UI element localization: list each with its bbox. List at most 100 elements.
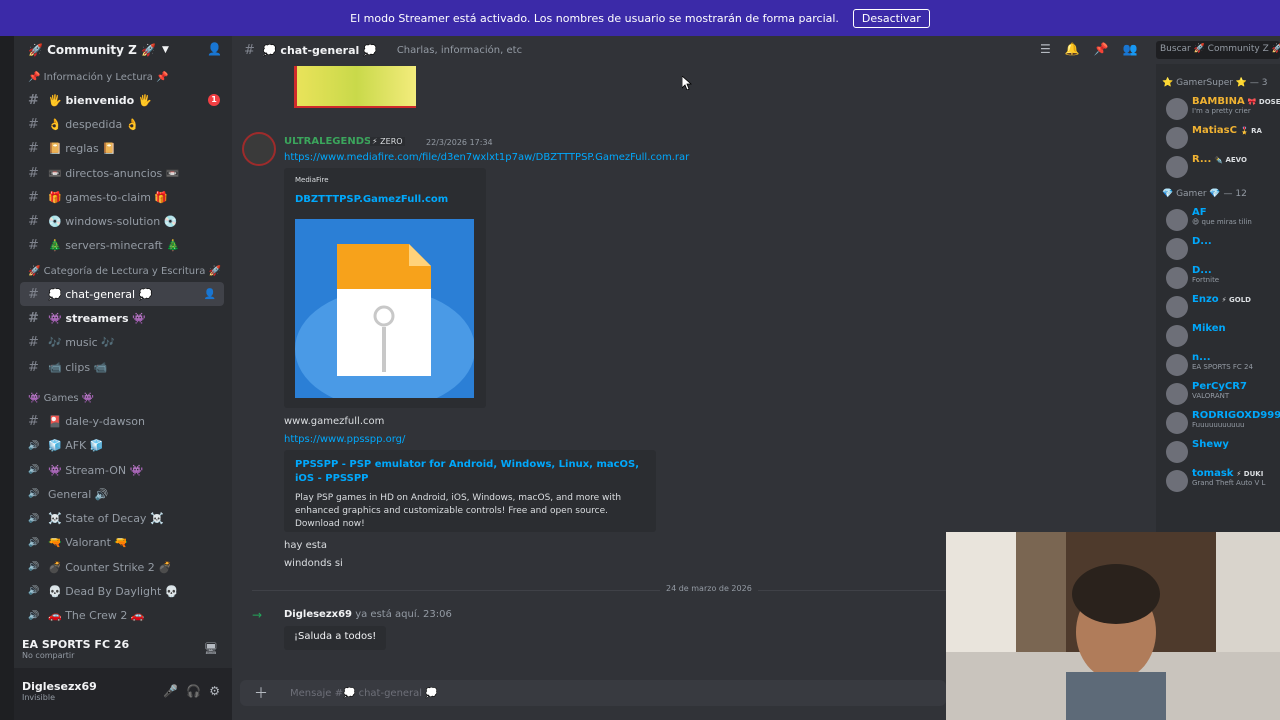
image-attachment[interactable] xyxy=(294,66,416,108)
member-group-header: ⭐ GamerSuper ⭐ — 3 xyxy=(1162,78,1268,88)
headphones-icon[interactable]: 🎧 xyxy=(186,684,201,698)
server-header[interactable]: 🚀 Community Z 🚀 ▼ 👤 xyxy=(14,36,232,64)
threads-icon[interactable]: ☰ xyxy=(1040,42,1051,56)
channel-label: 🎄 servers-minecraft 🎄 xyxy=(48,239,180,253)
embed-title[interactable]: PPSSPP - PSP emulator for Android, Windo… xyxy=(295,458,645,486)
speaker-icon: 🔊 xyxy=(28,610,40,621)
embed-title[interactable]: DBZTTTPSP.GamezFull.com xyxy=(295,194,475,205)
zip-file-icon[interactable] xyxy=(295,219,475,409)
channel-item[interactable]: 🔊 🔫 Valorant 🔫 xyxy=(14,531,232,555)
member-name-text: PerCyCR7 xyxy=(1192,381,1247,392)
channel-label: 💿 windows-solution 💿 xyxy=(48,215,178,229)
join-username[interactable]: Diglesezx69 xyxy=(284,609,352,620)
member-name: D... xyxy=(1192,265,1280,276)
channel-item[interactable]: # 💭 chat-general 💭 👤 xyxy=(20,282,224,307)
member-item[interactable]: Miken xyxy=(1162,323,1280,352)
activity-sub: No compartir xyxy=(22,651,75,660)
invite-user-icon[interactable]: 👤 xyxy=(207,42,222,56)
pin-icon[interactable]: 📌 xyxy=(1094,42,1109,56)
composer-placeholder: Mensaje #💭 chat-general 💭 xyxy=(290,687,438,699)
member-name: n... xyxy=(1192,352,1280,363)
mediafire-link[interactable]: https://www.mediafire.com/file/d3en7wxlx… xyxy=(284,152,689,163)
channel-item[interactable]: # 🖐️ bienvenido 🖐️ 1 xyxy=(14,88,232,112)
channel-item[interactable]: 🔊 👾 Stream-ON 👾 xyxy=(14,458,232,482)
member-item[interactable]: n... EA SPORTS FC 24 xyxy=(1162,352,1280,381)
channel-item[interactable]: # 📔 reglas 📔 xyxy=(14,137,232,161)
channel-item[interactable]: # 🎁 games-to-claim 🎁 xyxy=(14,185,232,209)
channel-item[interactable]: # 👾 streamers 👾 xyxy=(14,306,232,330)
embed-provider: MediaFire xyxy=(295,176,329,184)
category-escritura[interactable]: 🚀 Categoría de Lectura y Escritura 🚀 xyxy=(14,260,232,282)
avatar[interactable] xyxy=(242,132,276,166)
channel-item[interactable]: 🔊 🧊 AFK 🧊 xyxy=(14,434,232,458)
microphone-icon[interactable]: 🎤 xyxy=(163,684,178,698)
avatar xyxy=(1166,238,1188,260)
channel-label: 💣 Counter Strike 2 💣 xyxy=(48,560,172,574)
member-name-text: tomask xyxy=(1192,468,1234,479)
members-icon[interactable]: 👥 xyxy=(1123,42,1138,56)
channel-item[interactable]: # 📹 clips 📹 xyxy=(14,355,232,379)
wave-label: ¡Saluda a todos! xyxy=(294,631,377,642)
member-item[interactable]: tomask ⚡ DUKI Grand Theft Auto V L xyxy=(1162,468,1280,497)
member-item[interactable]: D... xyxy=(1162,236,1280,265)
member-item[interactable]: MatiasC 🎖️ RA xyxy=(1162,125,1280,154)
channel-item[interactable]: # 📼 directos-anuncios 📼 xyxy=(14,161,232,185)
member-tag: 🎖️ RA xyxy=(1239,127,1262,135)
member-item[interactable]: D... Fortnite xyxy=(1162,265,1280,294)
member-item[interactable]: Shewy xyxy=(1162,439,1280,468)
category-games[interactable]: 👾 Games 👾 xyxy=(14,387,232,409)
member-tag: ✒️ AEVO xyxy=(1214,156,1247,164)
activity-panel: EA SPORTS FC 26 No compartir 🖥 xyxy=(14,634,232,668)
avatar xyxy=(1166,127,1188,149)
channel-item[interactable]: # 🎄 servers-minecraft 🎄 xyxy=(14,234,232,258)
avatar xyxy=(1166,296,1188,318)
member-name: MatiasC 🎖️ RA xyxy=(1192,125,1280,136)
divider-date: 24 de marzo de 2026 xyxy=(660,584,758,593)
gear-icon[interactable]: ⚙ xyxy=(209,684,220,698)
channel-label: 🔫 Valorant 🔫 xyxy=(48,536,129,550)
channel-label: 👾 Stream-ON 👾 xyxy=(48,463,144,477)
member-item[interactable]: AF 😄 que miras tilin xyxy=(1162,207,1280,236)
channel-item[interactable]: # 💿 windows-solution 💿 xyxy=(14,209,232,233)
member-status: VALORANT xyxy=(1192,392,1230,400)
invite-user-icon[interactable]: 👤 xyxy=(204,289,216,300)
member-item[interactable]: R... ✒️ AEVO xyxy=(1162,154,1280,183)
member-item[interactable]: BAMBINA 🎀 DOSE I'm a pretty crier xyxy=(1162,96,1280,125)
user-panel: Diglesezx69 Invisible 🎤 🎧 ⚙ xyxy=(14,668,232,720)
hash-icon: # xyxy=(28,189,39,205)
wave-button[interactable]: ¡Saluda a todos! xyxy=(284,626,387,650)
plus-icon[interactable]: ＋ xyxy=(254,683,268,703)
message-composer[interactable]: ＋ Mensaje #💭 chat-general 💭 xyxy=(240,680,946,706)
channel-item[interactable]: 🔊 💣 Counter Strike 2 💣 xyxy=(14,555,232,579)
member-item[interactable]: RODRIGOXD999 Fuuuuuuuuuuu xyxy=(1162,410,1280,439)
member-name: PerCyCR7 xyxy=(1192,381,1280,392)
channel-label: 🎴 dale-y-dawson xyxy=(48,414,145,428)
speaker-icon: 🔊 xyxy=(28,465,40,475)
member-item[interactable]: Enzo ⚡ GOLD xyxy=(1162,294,1280,323)
bell-icon[interactable]: 🔔 xyxy=(1065,42,1080,56)
member-item[interactable]: PerCyCR7 VALORANT xyxy=(1162,381,1280,410)
channel-item[interactable]: 🔊 💀 Dead By Daylight 💀 xyxy=(14,579,232,603)
channel-item[interactable]: 🔊 🚗 The Crew 2 🚗 xyxy=(14,604,232,628)
ppsspp-link[interactable]: https://www.ppsspp.org/ xyxy=(284,434,405,445)
member-name-text: R... xyxy=(1192,154,1212,165)
channel-item[interactable]: 🔊 General 🔊 xyxy=(14,482,232,506)
embed-description: Play PSP games in HD on Android, iOS, Wi… xyxy=(295,493,622,529)
channel-item[interactable]: 🔊 ☠️ State of Decay ☠️ xyxy=(14,506,232,530)
share-icon[interactable]: 🖥 xyxy=(204,642,218,655)
webcam-overlay xyxy=(946,532,1280,720)
member-tag: 🎀 DOSE xyxy=(1247,98,1280,106)
avatar xyxy=(1166,267,1188,289)
channel-item[interactable]: # 🎴 dale-y-dawson xyxy=(14,409,232,433)
member-status: I'm a pretty crier xyxy=(1192,107,1251,115)
message-line: www.gamezfull.com xyxy=(284,416,385,427)
hash-icon: # xyxy=(28,311,39,327)
channel-item[interactable]: # 👌 despedida 👌 xyxy=(14,112,232,136)
speaker-icon: 🔊 xyxy=(28,537,40,548)
avatar xyxy=(1166,156,1188,178)
channel-item[interactable]: # 🎶 music 🎶 xyxy=(14,331,232,355)
category-info[interactable]: 📌 Información y Lectura 📌 xyxy=(14,66,232,88)
search-input[interactable]: Buscar 🚀 Community Z 🚀 xyxy=(1156,41,1280,59)
deactivate-button[interactable]: Desactivar xyxy=(852,8,930,28)
member-name: tomask ⚡ DUKI xyxy=(1192,468,1280,479)
